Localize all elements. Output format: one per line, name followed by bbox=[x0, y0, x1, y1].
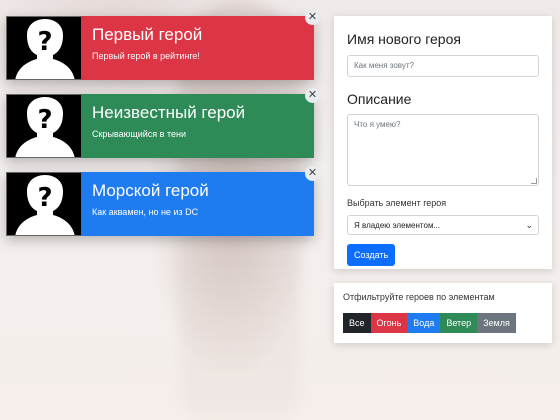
hero-description-textarea[interactable]: Что я умею? bbox=[347, 114, 539, 186]
svg-text:?: ? bbox=[37, 27, 52, 57]
hero-card-first: ? Первый герой Первый герой в рейтинге! … bbox=[6, 10, 320, 80]
textarea-placeholder: Что я умею? bbox=[354, 120, 401, 129]
hero-avatar: ? bbox=[6, 16, 82, 80]
filter-water-button[interactable]: Вода bbox=[407, 313, 441, 333]
filter-fire-button[interactable]: Огонь bbox=[370, 313, 408, 333]
chevron-down-icon: ⌄ bbox=[525, 220, 533, 230]
hero-avatar: ? bbox=[6, 94, 82, 158]
hero-description: Скрывающийся в тени bbox=[92, 129, 186, 139]
hero-card-body: Морской герой Как аквамен, но не из DC bbox=[82, 172, 314, 236]
element-select[interactable]: Я владею элементом... ⌄ bbox=[347, 215, 539, 235]
close-icon[interactable]: ✕ bbox=[305, 88, 320, 103]
hero-name: Неизвестный герой bbox=[92, 103, 246, 122]
new-hero-form: Имя нового героя Как меня зовут? Описани… bbox=[334, 16, 552, 269]
hero-name: Первый герой bbox=[92, 25, 203, 44]
filter-title: Отфильтруйте героев по элементам bbox=[343, 292, 495, 302]
description-heading: Описание bbox=[347, 91, 412, 107]
filter-button-group: Все Огонь Вода Ветер Земля bbox=[343, 313, 543, 333]
close-icon[interactable]: ✕ bbox=[305, 10, 320, 25]
filter-wind-button[interactable]: Ветер bbox=[440, 313, 478, 333]
filter-earth-button[interactable]: Земля bbox=[477, 313, 516, 333]
unknown-person-icon: ? bbox=[7, 17, 81, 79]
resize-handle-icon[interactable] bbox=[531, 178, 537, 184]
hero-list: ? Первый герой Первый герой в рейтинге! … bbox=[6, 10, 320, 250]
unknown-person-icon: ? bbox=[7, 95, 81, 157]
hero-card-sea: ? Морской герой Как аквамен, но не из DC… bbox=[6, 166, 320, 236]
hero-name: Морской герой bbox=[92, 181, 209, 200]
create-button[interactable]: Создать bbox=[347, 244, 396, 266]
svg-text:?: ? bbox=[37, 105, 52, 135]
hero-card-body: Неизвестный герой Скрывающийся в тени bbox=[82, 94, 314, 158]
svg-text:?: ? bbox=[37, 183, 52, 213]
unknown-person-icon: ? bbox=[7, 173, 81, 235]
filter-all-button[interactable]: Все bbox=[343, 313, 371, 333]
name-heading: Имя нового героя bbox=[347, 31, 461, 47]
hero-name-input[interactable]: Как меня зовут? bbox=[347, 55, 539, 77]
hero-description: Как аквамен, но не из DC bbox=[92, 207, 199, 217]
element-label: Выбрать элемент героя bbox=[347, 198, 447, 208]
hero-card-unknown: ? Неизвестный герой Скрывающийся в тени … bbox=[6, 88, 320, 158]
element-select-value: Я владею элементом... bbox=[354, 221, 441, 230]
hero-description: Первый герой в рейтинге! bbox=[92, 51, 200, 61]
filter-panel: Отфильтруйте героев по элементам Все Ого… bbox=[334, 283, 552, 343]
hero-avatar: ? bbox=[6, 172, 82, 236]
hero-card-body: Первый герой Первый герой в рейтинге! bbox=[82, 16, 314, 80]
close-icon[interactable]: ✕ bbox=[305, 166, 320, 181]
